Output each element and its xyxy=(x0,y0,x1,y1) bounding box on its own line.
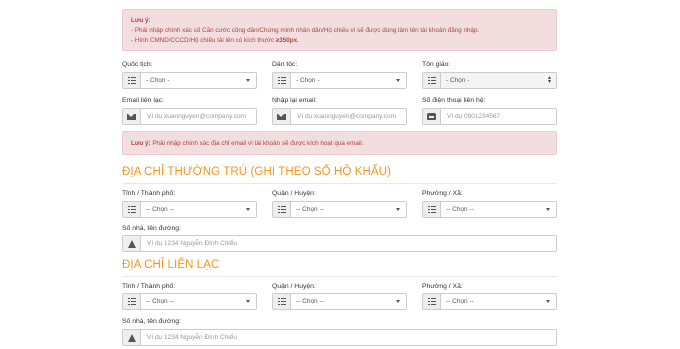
permanent-province-select[interactable]: -- Chọn -- xyxy=(122,201,257,218)
contact-district-label: Quận / Huyện: xyxy=(272,283,316,290)
list-icon xyxy=(273,202,291,217)
religion-select[interactable]: - Chọn - ▴ ▾ xyxy=(422,72,557,89)
email-label: Email liên lạc: xyxy=(122,97,164,104)
religion-label: Tôn giáo: xyxy=(422,61,451,68)
list-icon xyxy=(123,294,141,309)
permanent-street-label: Số nhà, tên đường: xyxy=(122,225,181,232)
permanent-district-label: Quận / Huyện: xyxy=(272,190,316,197)
permanent-address-heading: ĐỊA CHỈ THƯỜNG TRÚ (GHI THEO SỔ HỘ KHẨU) xyxy=(122,166,392,178)
updown-arrows-icon: ▴ ▾ xyxy=(547,75,551,85)
section-divider xyxy=(122,183,557,184)
list-icon xyxy=(423,294,441,309)
list-icon xyxy=(423,73,441,88)
permanent-street-field[interactable]: Ví dụ 1234 Nguyễn Đình Chiểu xyxy=(122,235,557,252)
alert-line-photo: - Hình CMND/CCCD/Hộ chiếu tải lên có kíc… xyxy=(131,37,299,44)
contact-ward-label: Phường / Xã: xyxy=(422,283,463,290)
list-icon xyxy=(123,202,141,217)
contact-street-label: Số nhà, tên đường: xyxy=(122,318,181,325)
email-notice-alert: Lưu ý: Phải nhập chính xác địa chỉ email… xyxy=(122,131,557,155)
phone-field[interactable]: Ví dụ 0901234567 xyxy=(422,108,557,125)
email-confirm-field[interactable]: Ví dụ xuannguyen@company.com xyxy=(272,108,407,125)
envelope-icon xyxy=(123,109,141,124)
nationality-label: Quốc tịch: xyxy=(122,61,153,68)
ethnicity-label: Dân tộc: xyxy=(272,61,298,68)
contact-ward-select[interactable]: -- Chọn -- xyxy=(422,293,557,310)
contact-province-label: Tỉnh / Thành phố: xyxy=(122,283,176,290)
list-icon xyxy=(273,294,291,309)
contact-address-heading: ĐỊA CHỈ LIÊN LẠC xyxy=(122,259,220,271)
phone-label: Số điện thoại liên hệ: xyxy=(422,97,486,104)
permanent-ward-select[interactable]: -- Chọn -- xyxy=(422,201,557,218)
chevron-down-icon xyxy=(246,79,250,82)
contact-province-select[interactable]: -- Chọn -- xyxy=(122,293,257,310)
phone-icon xyxy=(423,109,441,124)
permanent-ward-label: Phường / Xã: xyxy=(422,190,463,197)
envelope-icon xyxy=(273,109,291,124)
chevron-down-icon xyxy=(246,300,250,303)
list-icon xyxy=(423,202,441,217)
alert-title: Lưu ý: xyxy=(131,17,151,24)
chevron-down-icon xyxy=(546,208,550,211)
id-notice-alert: Lưu ý: - Phải nhập chính xác số Căn cước… xyxy=(122,9,557,51)
road-icon xyxy=(123,236,141,251)
chevron-down-icon xyxy=(546,300,550,303)
list-icon xyxy=(123,73,141,88)
permanent-district-select[interactable]: -- Chọn -- xyxy=(272,201,407,218)
contact-street-field[interactable]: Ví dụ 1234 Nguyễn Đình Chiểu xyxy=(122,329,557,346)
email-field[interactable]: Ví dụ xuannguyen@company.com xyxy=(122,108,257,125)
ethnicity-select[interactable]: - Chọn - xyxy=(272,72,407,89)
permanent-province-label: Tỉnh / Thành phố: xyxy=(122,190,176,197)
alert-line-id: - Phải nhập chính xác số Căn cước công d… xyxy=(131,27,480,34)
section-divider xyxy=(122,276,557,277)
chevron-down-icon xyxy=(396,208,400,211)
chevron-down-icon xyxy=(246,208,250,211)
list-icon xyxy=(273,73,291,88)
nationality-select[interactable]: - Chọn - xyxy=(122,72,257,89)
chevron-down-icon xyxy=(396,79,400,82)
contact-district-select[interactable]: -- Chọn -- xyxy=(272,293,407,310)
chevron-down-icon xyxy=(396,300,400,303)
road-icon xyxy=(123,330,141,345)
email-confirm-label: Nhập lại email: xyxy=(272,97,317,104)
